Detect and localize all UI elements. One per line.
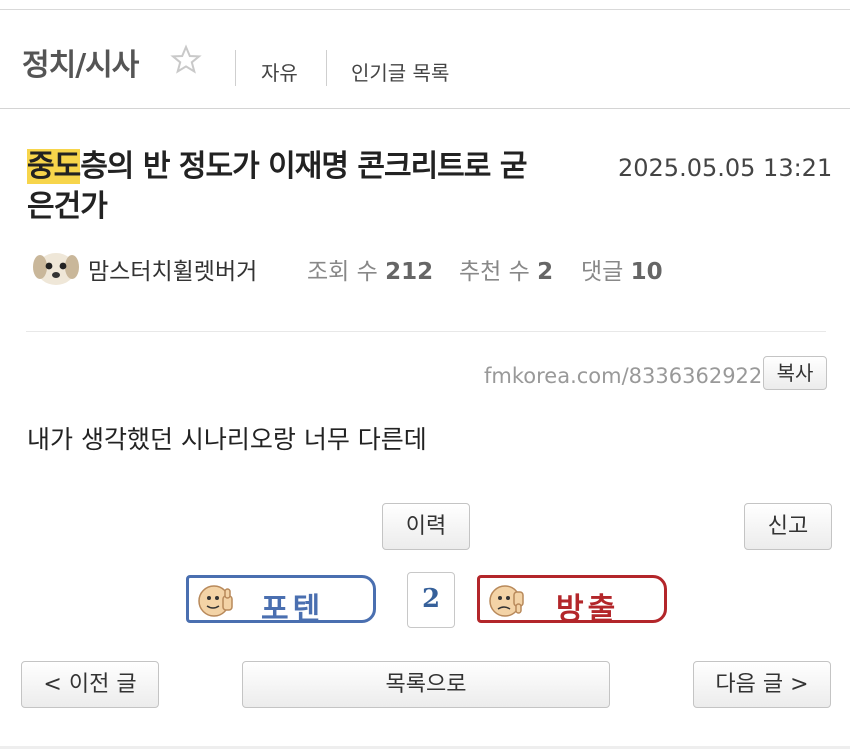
downvote-label: 방출 bbox=[556, 592, 620, 627]
board-title[interactable]: 정치/시사 bbox=[22, 40, 139, 84]
post-title: 중도층의 반 정도가 이재명 콘크리트로 굳 은건가 bbox=[27, 147, 617, 227]
report-button[interactable]: 신고 bbox=[744, 503, 832, 550]
header-divider bbox=[235, 50, 236, 86]
upvote-button[interactable]: 포텐 bbox=[186, 575, 376, 627]
thumbs-down-face-icon bbox=[489, 585, 524, 617]
views-count: 212 bbox=[385, 259, 434, 285]
recommend-stat: 추천 수 2 bbox=[459, 252, 553, 286]
comments-stat[interactable]: 댓글 10 bbox=[581, 252, 663, 286]
title-text: 층의 반 정도가 이재명 콘크리트로 굳 bbox=[80, 149, 527, 184]
author-avatar[interactable] bbox=[32, 249, 80, 287]
copy-url-button[interactable]: 복사 bbox=[763, 356, 827, 390]
upvote-label: 포텐 bbox=[261, 592, 325, 627]
downvote-button[interactable]: 방출 bbox=[477, 575, 667, 627]
prev-post-button[interactable]: < 이전 글 bbox=[21, 661, 159, 708]
comments-label: 댓글 bbox=[581, 259, 624, 285]
views-stat: 조회 수 212 bbox=[307, 252, 433, 286]
title-text-line2: 은건가 bbox=[27, 189, 108, 224]
star-icon[interactable] bbox=[170, 44, 202, 76]
header-divider bbox=[326, 50, 327, 86]
title-highlight: 중도 bbox=[27, 149, 81, 184]
author-name[interactable]: 맘스터치휠렛버거 bbox=[88, 252, 257, 286]
next-post-button[interactable]: 다음 글 > bbox=[693, 661, 831, 708]
back-to-list-button[interactable]: 목록으로 bbox=[242, 661, 610, 708]
recommend-label: 추천 수 bbox=[459, 259, 530, 285]
top-border bbox=[0, 0, 850, 10]
thumbs-up-face-icon bbox=[198, 585, 233, 617]
recommend-count: 2 bbox=[537, 259, 554, 285]
post-date: 2025.05.05 13:21 bbox=[618, 154, 833, 182]
post-url: fmkorea.com/8336362922 bbox=[484, 364, 763, 388]
link-free-board[interactable]: 자유 bbox=[261, 57, 298, 86]
link-popular-list[interactable]: 인기글 목록 bbox=[351, 57, 449, 86]
divider bbox=[26, 331, 826, 332]
post-content: 내가 생각했던 시나리오랑 너무 다른데 bbox=[27, 425, 427, 454]
comments-count: 10 bbox=[630, 259, 663, 285]
views-label: 조회 수 bbox=[307, 259, 378, 285]
history-button[interactable]: 이력 bbox=[382, 503, 470, 550]
board-header: 정치/시사 자유 인기글 목록 bbox=[0, 10, 850, 109]
vote-count: 2 bbox=[407, 572, 455, 628]
